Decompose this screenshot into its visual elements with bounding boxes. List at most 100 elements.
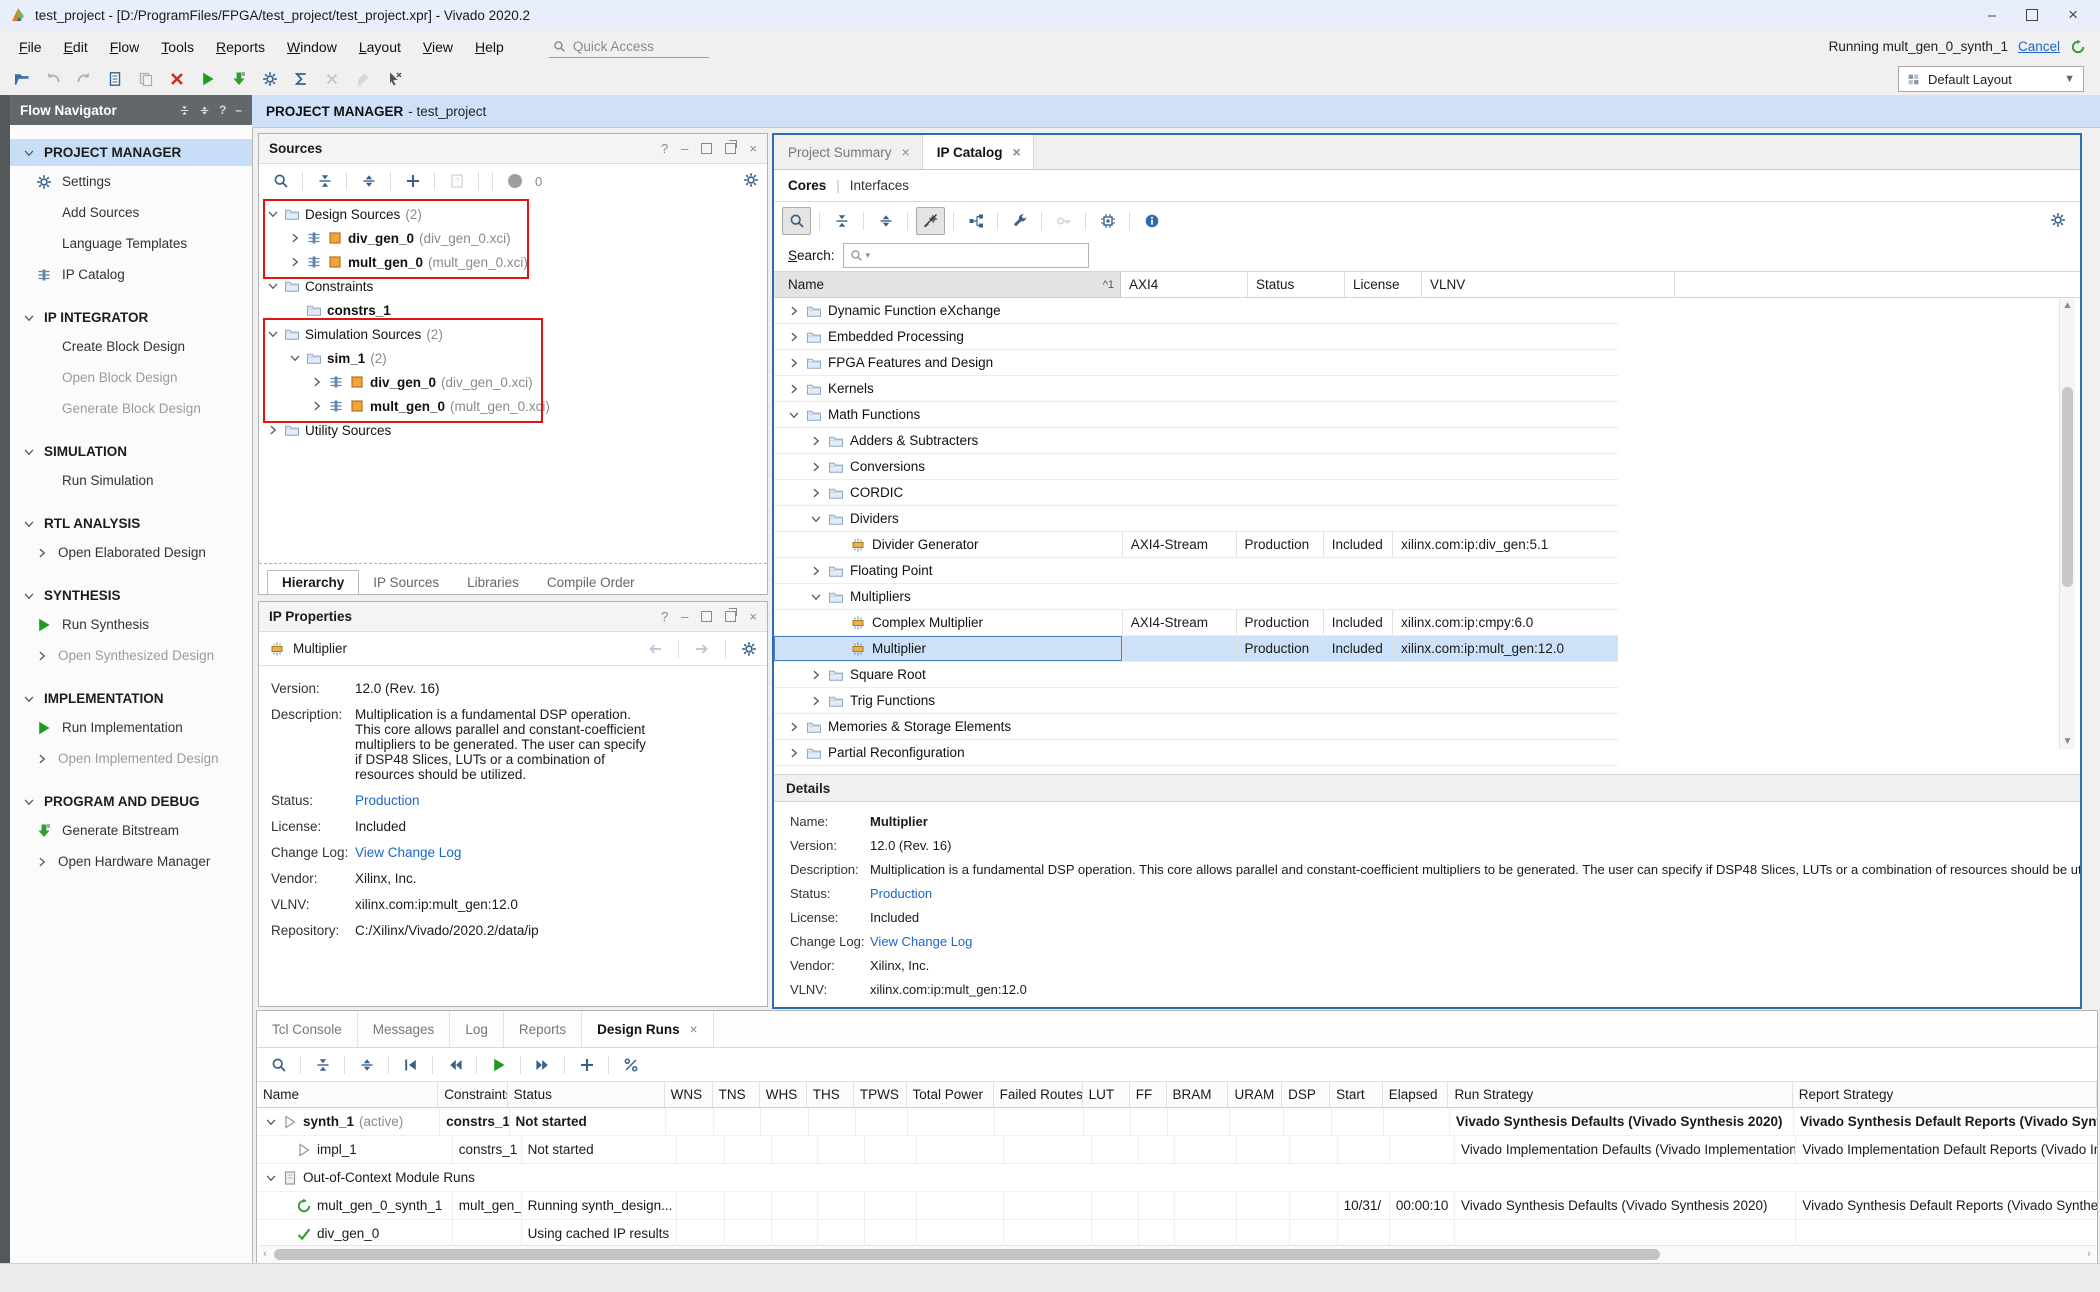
scroll-down-icon[interactable]: ▼: [2060, 735, 2075, 749]
expand-all-button[interactable]: [355, 168, 382, 194]
chevron-right-icon[interactable]: [311, 400, 323, 412]
settings-button[interactable]: [256, 66, 283, 92]
chevron-right-icon[interactable]: [810, 461, 822, 473]
runs-column-wns[interactable]: WNS: [665, 1082, 713, 1107]
runs-column-elapsed[interactable]: Elapsed: [1383, 1082, 1449, 1107]
property-value[interactable]: Production: [355, 793, 655, 808]
menu-edit[interactable]: Edit: [53, 35, 99, 59]
customize-button[interactable]: [1006, 208, 1033, 234]
source-tree-item[interactable]: Constraints: [259, 274, 767, 298]
scrollbar-thumb[interactable]: [274, 1249, 1660, 1260]
sources-tab-libraries[interactable]: Libraries: [453, 571, 533, 594]
chevron-right-icon[interactable]: [36, 856, 48, 868]
close-tab-icon[interactable]: ×: [690, 1022, 698, 1037]
catalog-tree-item[interactable]: FPGA Features and Design: [774, 350, 1618, 376]
forward-arrow-icon[interactable]: [694, 641, 710, 657]
runs-column-ff[interactable]: FF: [1130, 1082, 1167, 1107]
report-summary-button[interactable]: [287, 66, 314, 92]
runs-column-tpws[interactable]: TPWS: [854, 1082, 907, 1107]
catalog-tree-item[interactable]: Dynamic Function eXchange: [774, 298, 1618, 324]
source-tree-item[interactable]: sim_1 (2): [259, 346, 767, 370]
runs-group-row[interactable]: Out-of-Context Module Runs: [257, 1164, 2097, 1192]
chevron-down-icon[interactable]: [265, 1172, 277, 1184]
maximize-button[interactable]: [2026, 9, 2038, 21]
chevron-down-icon[interactable]: [23, 796, 35, 808]
runs-column-total-power[interactable]: Total Power: [907, 1082, 994, 1107]
maximize-panel-icon[interactable]: [701, 611, 712, 622]
help-icon[interactable]: ?: [219, 103, 226, 117]
flownav-item-ip-catalog[interactable]: IP Catalog: [10, 259, 252, 290]
menu-window[interactable]: Window: [276, 35, 348, 59]
flownav-item-run-implementation[interactable]: Run Implementation: [10, 712, 252, 743]
flownav-section-project-manager[interactable]: PROJECT MANAGER: [10, 139, 252, 166]
deselect-button[interactable]: [380, 66, 407, 92]
runs-column-lut[interactable]: LUT: [1083, 1082, 1130, 1107]
gear-icon[interactable]: [741, 641, 757, 657]
chevron-right-icon[interactable]: [788, 331, 800, 343]
generate-bitstream-button[interactable]: [225, 66, 252, 92]
source-tree-item[interactable]: mult_gen_0 (mult_gen_0.xci): [259, 394, 767, 418]
collapse-all-button[interactable]: [828, 208, 855, 234]
source-tree-item[interactable]: div_gen_0 (div_gen_0.xci): [259, 370, 767, 394]
close-tab-icon[interactable]: ×: [1013, 144, 1021, 160]
flownav-section-simulation[interactable]: SIMULATION: [10, 438, 252, 465]
flownav-item-open-elaborated-design[interactable]: Open Elaborated Design: [10, 537, 252, 568]
play-button[interactable]: [485, 1052, 512, 1078]
collapse-all-button[interactable]: [311, 168, 338, 194]
catalog-tree-item[interactable]: Math Functions: [774, 402, 1618, 428]
subtab-interfaces[interactable]: Interfaces: [850, 178, 909, 193]
scroll-up-icon[interactable]: ▲: [2060, 299, 2075, 313]
chevron-right-icon[interactable]: [36, 547, 48, 559]
chevron-down-icon[interactable]: [23, 693, 35, 705]
flownav-item-create-block-design[interactable]: Create Block Design: [10, 331, 252, 362]
flownav-section-program-and-debug[interactable]: PROGRAM AND DEBUG: [10, 788, 252, 815]
ip-chip-button[interactable]: [1094, 208, 1121, 234]
results-tab-tcl-console[interactable]: Tcl Console: [257, 1011, 358, 1047]
chevron-right-icon[interactable]: [311, 376, 323, 388]
run-name[interactable]: impl_1: [257, 1136, 453, 1163]
runs-column-name[interactable]: Name: [257, 1082, 438, 1107]
source-tree-item[interactable]: Design Sources (2): [259, 202, 767, 226]
runs-column-uram[interactable]: URAM: [1228, 1082, 1282, 1107]
flownav-item-language-templates[interactable]: Language Templates: [10, 228, 252, 259]
catalog-tree-item[interactable]: Multipliers: [774, 584, 1618, 610]
tab-project-summary[interactable]: Project Summary×: [774, 135, 923, 169]
catalog-tree-item[interactable]: Trig Functions: [774, 688, 1618, 714]
back-arrow-icon[interactable]: [647, 641, 663, 657]
menu-flow[interactable]: Flow: [99, 35, 151, 59]
scrollbar-thumb[interactable]: [2062, 387, 2073, 587]
delete-button[interactable]: [163, 66, 190, 92]
run-name[interactable]: mult_gen_0_synth_1: [257, 1192, 453, 1219]
chevron-down-icon[interactable]: [267, 208, 279, 220]
results-tab-log[interactable]: Log: [450, 1011, 504, 1047]
flownav-section-ip-integrator[interactable]: IP INTEGRATOR: [10, 304, 252, 331]
menu-tools[interactable]: Tools: [150, 35, 205, 59]
run-name[interactable]: div_gen_0: [257, 1220, 453, 1247]
chevron-right-icon[interactable]: [289, 232, 301, 244]
column-header-name[interactable]: Name^1: [774, 272, 1121, 297]
sources-tab-ip-sources[interactable]: IP Sources: [359, 571, 453, 594]
chevron-right-icon[interactable]: [267, 424, 279, 436]
column-header-license[interactable]: License: [1345, 272, 1422, 297]
save-button[interactable]: [101, 66, 128, 92]
collapse-all-icon[interactable]: [179, 105, 190, 116]
runs-column-failed-routes[interactable]: Failed Routes: [994, 1082, 1083, 1107]
flownav-section-rtl-analysis[interactable]: RTL ANALYSIS: [10, 510, 252, 537]
run-name[interactable]: synth_1 (active): [257, 1108, 440, 1135]
chevron-down-icon[interactable]: [289, 352, 301, 364]
chevron-down-icon[interactable]: [23, 446, 35, 458]
catalog-tree-item[interactable]: Embedded Processing: [774, 324, 1618, 350]
flownav-item-run-synthesis[interactable]: Run Synthesis: [10, 609, 252, 640]
column-header-vlnv[interactable]: VLNV: [1422, 272, 1675, 297]
menu-view[interactable]: View: [412, 35, 464, 59]
catalog-tree-item[interactable]: CORDIC: [774, 480, 1618, 506]
results-tab-messages[interactable]: Messages: [358, 1011, 451, 1047]
chevron-right-icon[interactable]: [788, 747, 800, 759]
flownav-section-implementation[interactable]: IMPLEMENTATION: [10, 685, 252, 712]
property-value[interactable]: View Change Log: [355, 845, 655, 860]
flownav-section-synthesis[interactable]: SYNTHESIS: [10, 582, 252, 609]
chevron-right-icon[interactable]: [36, 753, 48, 765]
chevron-down-icon[interactable]: [23, 147, 35, 159]
run-button[interactable]: [194, 66, 221, 92]
column-header-status[interactable]: Status: [1248, 272, 1345, 297]
